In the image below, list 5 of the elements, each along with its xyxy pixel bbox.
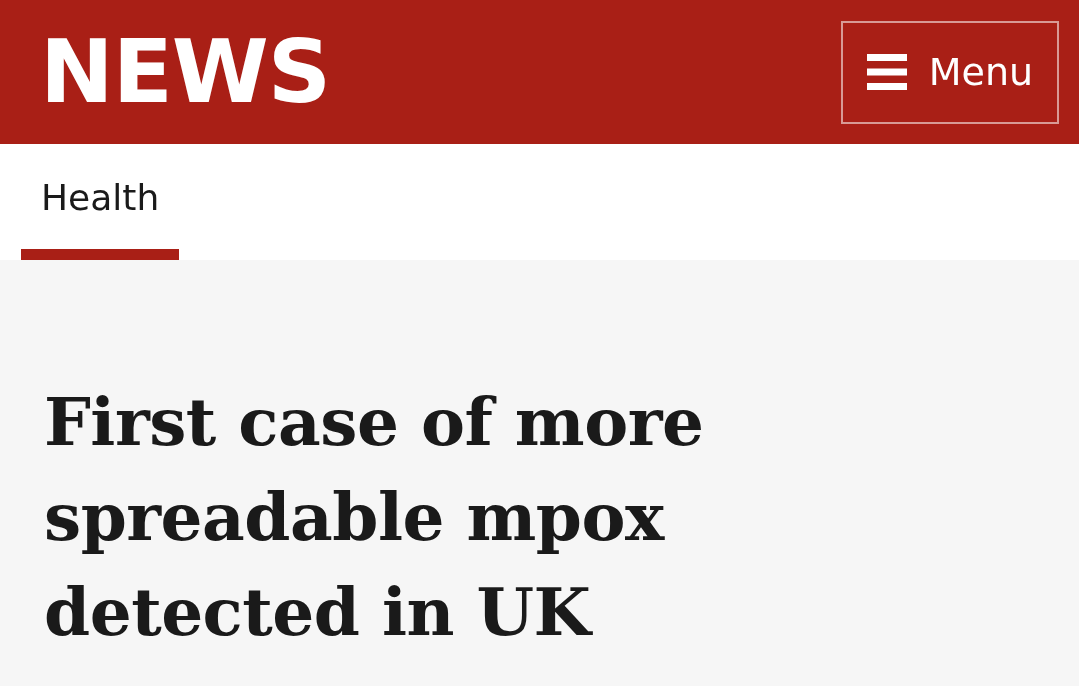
nav-tab[interactable]: Health xyxy=(21,144,180,260)
menu-button[interactable]: Menu xyxy=(841,20,1059,124)
news-logo[interactable]: NEWS xyxy=(40,28,331,116)
article-headline: First case of more spreadable mpox detected in UK xyxy=(44,382,705,653)
menu-icon xyxy=(866,54,907,90)
